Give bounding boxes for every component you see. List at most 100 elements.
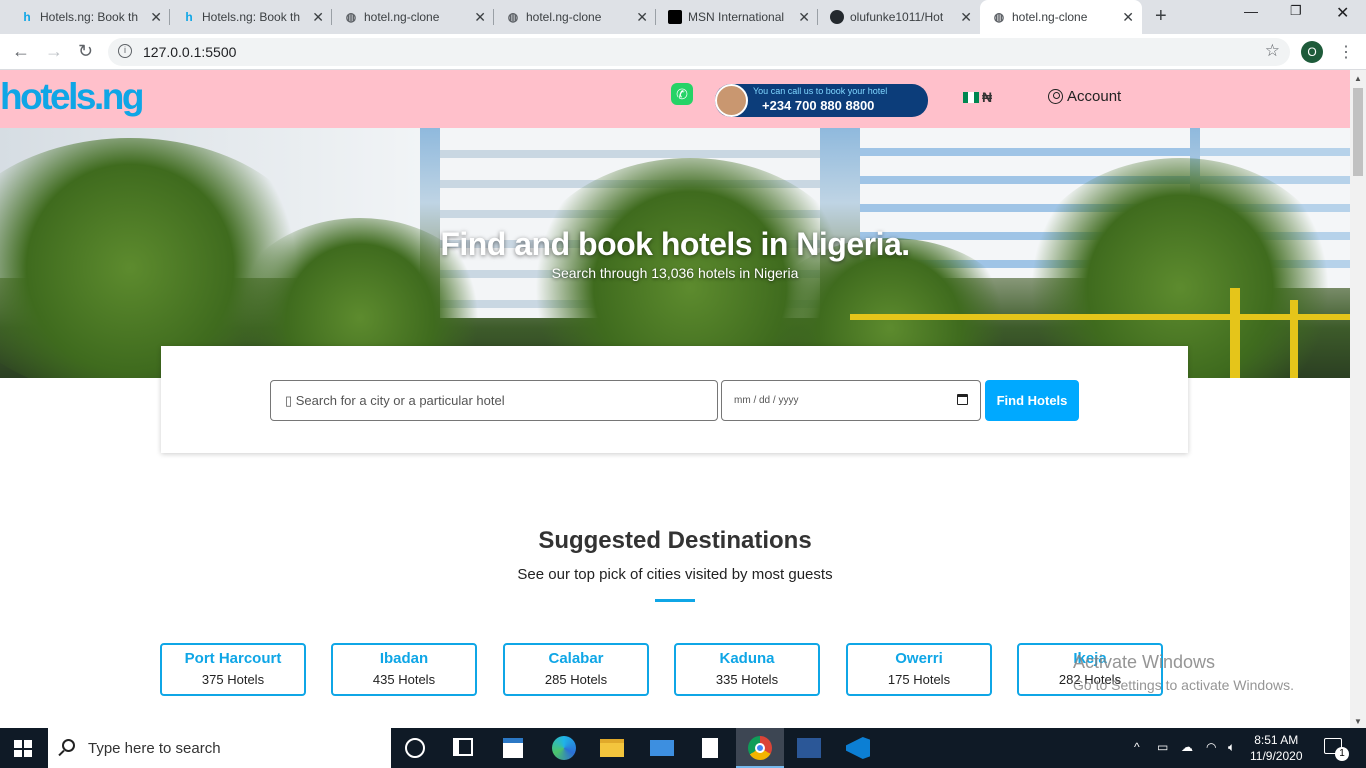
date-placeholder: mm / dd / yyyy bbox=[734, 395, 799, 406]
watermark-title: Activate Windows bbox=[1073, 652, 1216, 672]
calendar-icon[interactable] bbox=[957, 394, 968, 405]
destination-city: Kaduna bbox=[719, 650, 775, 667]
minimize-icon[interactable]: — bbox=[1244, 3, 1258, 19]
new-tab-icon[interactable]: + bbox=[1155, 5, 1167, 28]
whatsapp-icon[interactable]: ✆ bbox=[671, 83, 693, 105]
profile-avatar[interactable]: O bbox=[1301, 41, 1323, 63]
tab-title: olufunke1011/Hot bbox=[850, 10, 944, 24]
web-page: hotels.ng ✆ You can call us to book your… bbox=[0, 70, 1350, 728]
search-placeholder: Search for a city or a particular hotel bbox=[295, 393, 505, 408]
browser-menu-icon[interactable]: ⋮ bbox=[1338, 42, 1354, 62]
site-logo[interactable]: hotels.ng bbox=[0, 76, 144, 118]
destination-card[interactable]: Port Harcourt 375 Hotels bbox=[160, 643, 306, 696]
back-icon[interactable]: ← bbox=[12, 41, 30, 62]
hotel-search-input[interactable]: ▯ Search for a city or a particular hote… bbox=[270, 380, 718, 421]
title-underline bbox=[655, 599, 695, 602]
hero-post bbox=[1230, 288, 1240, 378]
edge-icon[interactable] bbox=[552, 736, 576, 760]
globe-icon: ◍ bbox=[345, 10, 357, 24]
onedrive-icon[interactable]: ☁ bbox=[1181, 740, 1193, 754]
mail-icon[interactable] bbox=[650, 740, 674, 756]
browser-tab[interactable]: ◍ hotel.ng-clone ✕ bbox=[332, 0, 494, 34]
hero-subtitle: Search through 13,036 hotels in Nigeria bbox=[551, 265, 799, 281]
destination-card[interactable]: Ibadan 435 Hotels bbox=[331, 643, 477, 696]
wifi-icon[interactable]: ◠ bbox=[1206, 740, 1216, 754]
browser-tab[interactable]: h Hotels.ng: Book th ✕ bbox=[8, 0, 170, 34]
browser-tab[interactable]: olufunke1011/Hot ✕ bbox=[818, 0, 980, 34]
account-button[interactable]: Account bbox=[1048, 88, 1121, 105]
notification-icon[interactable]: 1 bbox=[1324, 738, 1349, 761]
windows-start-icon[interactable] bbox=[14, 740, 32, 757]
reload-icon[interactable]: ↻ bbox=[78, 41, 93, 62]
url-text[interactable]: 127.0.0.1:5500 bbox=[143, 44, 236, 60]
forward-icon[interactable]: → bbox=[45, 41, 63, 62]
clock-date: 11/9/2020 bbox=[1250, 749, 1303, 763]
browser-tab-strip: h Hotels.ng: Book th ✕ h Hotels.ng: Book… bbox=[0, 0, 1366, 34]
chrome-taskbar-button[interactable] bbox=[736, 728, 784, 768]
destination-city: Owerri bbox=[895, 650, 943, 667]
word-icon[interactable] bbox=[797, 738, 821, 758]
nigeria-flag-icon[interactable] bbox=[963, 92, 979, 103]
clock-time: 8:51 AM bbox=[1254, 733, 1299, 747]
currency-selector[interactable]: ₦ bbox=[982, 89, 992, 105]
restore-icon[interactable]: ❐ bbox=[1290, 3, 1302, 19]
notepad-icon[interactable] bbox=[702, 738, 718, 758]
site-info-icon[interactable]: i bbox=[118, 44, 132, 58]
taskbar-search-placeholder: Type here to search bbox=[88, 740, 221, 757]
taskbar-search-box[interactable]: Type here to search bbox=[48, 728, 391, 768]
windows-taskbar: Type here to search ^ ▭ ☁ ◠ 🔈︎ 8:51 AM 1… bbox=[0, 728, 1366, 768]
bookmark-star-icon[interactable]: ☆ bbox=[1265, 41, 1280, 61]
scroll-up-icon[interactable]: ▲ bbox=[1354, 74, 1362, 83]
tab-title: MSN International bbox=[688, 10, 785, 24]
scroll-down-icon[interactable]: ▼ bbox=[1354, 717, 1362, 726]
task-view-icon[interactable] bbox=[453, 738, 473, 756]
close-icon[interactable]: ✕ bbox=[312, 9, 324, 26]
chrome-icon-center bbox=[755, 743, 765, 753]
user-circle-icon bbox=[1048, 89, 1063, 104]
address-bar[interactable]: i 127.0.0.1:5500 ☆ bbox=[108, 38, 1290, 66]
destination-card[interactable]: Owerri 175 Hotels bbox=[846, 643, 992, 696]
account-label: Account bbox=[1067, 88, 1122, 105]
browser-toolbar: ← → ↻ i 127.0.0.1:5500 ☆ O ⋮ bbox=[0, 34, 1366, 70]
close-icon[interactable]: ✕ bbox=[150, 9, 162, 26]
msn-icon bbox=[668, 10, 682, 24]
volume-icon[interactable]: 🔈︎ bbox=[1228, 740, 1235, 755]
destination-card[interactable]: Kaduna 335 Hotels bbox=[674, 643, 820, 696]
destination-card[interactable]: Calabar 285 Hotels bbox=[503, 643, 649, 696]
browser-tab[interactable]: MSN International ✕ bbox=[656, 0, 818, 34]
close-icon[interactable]: ✕ bbox=[636, 9, 648, 26]
close-icon[interactable]: ✕ bbox=[1122, 9, 1134, 26]
chevron-up-icon[interactable]: ^ bbox=[1134, 740, 1140, 754]
taskbar-clock[interactable]: 8:51 AM 11/9/2020 bbox=[1250, 732, 1303, 764]
hero-title: Find and book hotels in Nigeria. bbox=[440, 226, 910, 262]
browser-tab[interactable]: ◍ hotel.ng-clone ✕ bbox=[494, 0, 656, 34]
close-icon[interactable]: ✕ bbox=[798, 9, 810, 26]
destination-count: 335 Hotels bbox=[715, 672, 779, 687]
hero-banner: Find and book hotels in Nigeria. Search … bbox=[0, 128, 1350, 378]
phone-number[interactable]: +234 700 880 8800 bbox=[762, 98, 874, 113]
page-scrollbar[interactable]: ▲ ▼ bbox=[1350, 70, 1366, 728]
agent-avatar bbox=[715, 84, 748, 117]
battery-icon[interactable]: ▭ bbox=[1157, 740, 1168, 754]
date-input[interactable]: mm / dd / yyyy bbox=[721, 380, 981, 421]
notification-count: 1 bbox=[1335, 747, 1349, 761]
close-window-icon[interactable]: ✕ bbox=[1336, 3, 1349, 23]
section-subtitle: See our top pick of cities visited by mo… bbox=[517, 566, 833, 583]
github-icon bbox=[830, 10, 844, 24]
close-icon[interactable]: ✕ bbox=[474, 9, 486, 26]
section-title: Suggested Destinations bbox=[538, 527, 812, 554]
close-icon[interactable]: ✕ bbox=[960, 9, 972, 26]
search-icon: ▯ bbox=[285, 393, 296, 408]
scrollbar-thumb[interactable] bbox=[1353, 88, 1363, 176]
store-icon[interactable] bbox=[503, 738, 523, 758]
file-explorer-icon[interactable] bbox=[600, 739, 624, 757]
activate-windows-watermark: Activate Windows Go to Settings to activ… bbox=[1073, 652, 1294, 693]
vscode-icon[interactable] bbox=[846, 737, 870, 759]
call-caption: You can call us to book your hotel bbox=[753, 86, 888, 96]
browser-tab-active[interactable]: ◍ hotel.ng-clone ✕ bbox=[980, 0, 1142, 34]
destination-count: 435 Hotels bbox=[372, 672, 436, 687]
call-banner[interactable]: You can call us to book your hotel +234 … bbox=[715, 84, 928, 117]
browser-tab[interactable]: h Hotels.ng: Book th ✕ bbox=[170, 0, 332, 34]
find-hotels-button[interactable]: Find Hotels bbox=[985, 380, 1079, 421]
cortana-icon[interactable] bbox=[405, 738, 425, 758]
